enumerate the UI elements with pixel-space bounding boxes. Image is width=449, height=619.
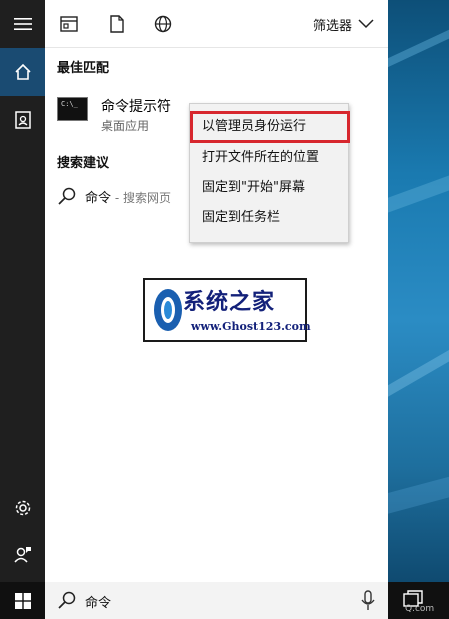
filter-dropdown[interactable]: 筛选器: [313, 14, 374, 34]
taskbar: 命令 Q.com: [0, 582, 449, 619]
gear-icon: [15, 500, 30, 516]
search-icon: [58, 591, 76, 609]
pin-to-start-menu-item[interactable]: 固定到"开始"屏幕: [190, 173, 348, 203]
watermark-logo: 系统之家 www.Ghost123.com: [143, 278, 311, 342]
suggestion-query: 命令: [85, 191, 112, 206]
best-match-subtitle: 桌面应用: [101, 119, 150, 133]
home-button[interactable]: [0, 48, 45, 96]
microphone-icon[interactable]: [360, 590, 376, 612]
results-toolbar: 筛选器: [45, 0, 388, 48]
taskbar-search-query: 命令: [85, 596, 112, 611]
tray-text: Q.com: [405, 604, 435, 614]
run-as-admin-menu-item[interactable]: 以管理员身份运行: [190, 111, 350, 143]
globe-icon: [154, 15, 172, 33]
pin-to-taskbar-menu-item[interactable]: 固定到任务栏: [190, 203, 348, 233]
person-feedback-icon: [13, 547, 31, 563]
open-file-location-menu-item[interactable]: 打开文件所在的位置: [190, 143, 348, 173]
hamburger-icon: [13, 18, 32, 30]
context-menu: 以管理员身份运行 打开文件所在的位置 固定到"开始"屏幕 固定到任务栏: [189, 103, 350, 243]
logo-emblem-icon: [154, 289, 182, 331]
search-results-panel: 筛选器 最佳匹配 C:\_ 命令提示符 桌面应用 搜索建议 命令 - 搜索网页 …: [45, 0, 388, 582]
taskbar-search-box[interactable]: 命令: [45, 582, 388, 619]
suggestion-subtitle: - 搜索网页: [111, 191, 171, 205]
settings-button[interactable]: [0, 484, 45, 532]
chevron-down-icon: [358, 19, 374, 29]
notebook-icon: [14, 111, 31, 129]
best-match-heading: 最佳匹配: [57, 61, 110, 76]
command-prompt-icon: C:\_: [57, 97, 88, 121]
apps-filter-button[interactable]: [59, 14, 79, 34]
web-filter-button[interactable]: [153, 14, 173, 34]
home-icon: [14, 63, 31, 80]
filter-label: 筛选器: [312, 18, 352, 34]
best-match-name: 命令提示符: [101, 99, 171, 115]
search-suggestions-heading: 搜索建议: [57, 156, 110, 171]
windows-logo-icon: [14, 592, 31, 609]
logo-url: www.Ghost123.com: [191, 320, 311, 333]
window-icon: [60, 16, 78, 32]
desktop-background: [388, 0, 449, 582]
notebook-button[interactable]: [0, 96, 45, 144]
start-rail: [0, 0, 45, 582]
start-button[interactable]: [0, 582, 45, 619]
search-icon: [58, 187, 76, 205]
hamburger-menu-button[interactable]: [0, 0, 45, 48]
document-icon: [110, 15, 124, 33]
documents-filter-button[interactable]: [107, 14, 127, 34]
feedback-button[interactable]: [0, 530, 45, 578]
logo-title: 系统之家: [183, 289, 276, 315]
